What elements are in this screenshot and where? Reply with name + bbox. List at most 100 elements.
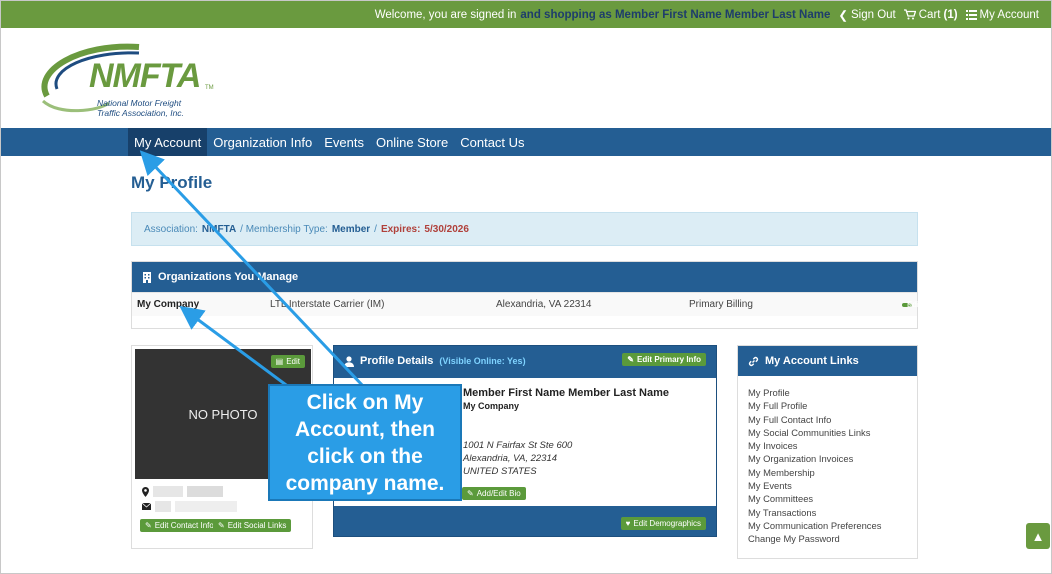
instruction-callout: Click on My Account, then click on the c… [268,384,462,501]
address-line [142,486,223,497]
expires-label: Expires: [380,223,421,235]
expires-value: 5/30/2026 [424,223,469,235]
image-icon: ▤ [275,357,284,366]
pencil-icon: ✎ [218,521,225,530]
logo-tagline: National Motor Freight Traffic Associati… [97,98,184,118]
association-value: NMFTA [201,223,237,235]
heart-icon: ♥ [625,519,631,528]
link-my-transactions[interactable]: My Transactions [748,506,917,519]
cart-link[interactable]: Cart (1) [903,8,958,21]
logo-tagline-line-2: Traffic Association, Inc. [97,108,184,118]
address-line-2: Alexandria, VA, 22314 [463,453,558,464]
add-edit-bio-label: Add/Edit Bio [476,489,521,498]
user-icon [344,355,354,367]
membership-type-value: Member [331,223,371,235]
link-my-organization-invoices[interactable]: My Organization Invoices [748,452,917,465]
membership-info: Association: NMFTA / Membership Type: Me… [131,212,918,246]
logo-tagline-line-1: National Motor Freight [97,98,182,108]
pencil-icon: ✎ [627,355,634,364]
top-bar: Welcome, you are signed in and shopping … [1,1,1051,28]
link-my-profile[interactable]: My Profile [748,386,917,399]
my-account-label: My Account [979,8,1039,21]
membership-type-label: / Membership Type: [240,223,328,235]
logo-tm: TM [205,85,214,91]
link-my-invoices[interactable]: My Invoices [748,439,917,452]
sign-out-label: Sign Out [851,8,896,21]
member-company: My Company [463,401,520,411]
main-nav: My Account Organization Info Events Onli… [1,128,1051,156]
org-location: Alexandria, VA 22314 [496,299,592,310]
edit-demographics-button[interactable]: ♥ Edit Demographics [620,517,706,530]
nmfta-logo[interactable]: NMFTA TM National Motor Freight Traffic … [39,41,219,121]
edit-primary-info-button[interactable]: ✎ Edit Primary Info [622,353,706,366]
visible-close-paren: ) [522,356,526,366]
account-links-title: My Account Links [765,355,859,367]
edit-demographics-label: Edit Demographics [633,519,701,528]
association-label: Association: [144,223,198,235]
scroll-to-top-button[interactable]: ▲ [1026,523,1050,549]
instruction-text: Click on My Account, then click on the c… [285,390,445,495]
email-line [142,501,237,512]
nav-online-store[interactable]: Online Store [370,128,454,156]
redacted-email [155,501,171,512]
profile-details-header: Profile Details (Visible Online: Yes) ✎ … [334,346,716,376]
visible-online-text: Visible Online: Yes [442,356,523,366]
photo-edit-label: Edit [286,357,300,366]
pencil-icon: ✎ [145,521,152,530]
org-company-link[interactable]: My Company [137,299,199,310]
link-change-my-password[interactable]: Change My Password [748,532,917,545]
address-line-1: 1001 N Fairfax St Ste 600 [463,440,573,451]
organizations-title: Organizations You Manage [158,271,299,283]
map-marker-icon [142,486,149,497]
nav-organization-info[interactable]: Organization Info [207,128,318,156]
link-my-committees[interactable]: My Committees [748,492,917,505]
org-edit-button[interactable]: ✎ Edit [902,300,921,309]
cart-icon [903,9,916,20]
organizations-header: Organizations You Manage [132,262,917,292]
cart-count: (1) [943,8,958,21]
account-links-list: My Profile My Full Profile My Full Conta… [738,376,917,546]
edit-contact-info-button[interactable]: ✎ Edit Contact Info [140,519,219,532]
link-my-communication-preferences[interactable]: My Communication Preferences [748,519,917,532]
pencil-icon: ✎ [467,489,474,498]
nav-events[interactable]: Events [318,128,370,156]
org-carrier-type: LTL Interstate Carrier (IM) [270,299,385,310]
member-name: Member First Name Member Last Name [463,387,670,399]
chevron-left-icon: ❮ [838,9,848,22]
org-billing: Primary Billing [689,299,753,310]
envelope-icon [142,503,151,510]
nav-contact-us[interactable]: Contact Us [454,128,530,156]
edit-social-links-label: Edit Social Links [227,521,287,530]
building-icon [143,271,151,283]
my-account-link[interactable]: My Account [965,8,1039,21]
redacted-address [153,486,183,497]
list-icon [965,9,977,20]
edit-social-links-button[interactable]: ✎ Edit Social Links [213,519,292,532]
photo-edit-button[interactable]: ▤ Edit [270,355,305,368]
nav-my-account[interactable]: My Account [128,128,208,156]
add-edit-bio-button[interactable]: ✎ Add/Edit Bio [462,487,526,500]
shopping-as-text: and shopping as Member First Name Member… [520,8,831,21]
no-photo-text: NO PHOTO [188,406,258,422]
link-my-full-profile[interactable]: My Full Profile [748,399,917,412]
redacted-address-2 [187,486,223,497]
link-my-events[interactable]: My Events [748,479,917,492]
link-my-full-contact-info[interactable]: My Full Contact Info [748,413,917,426]
address-line-3: UNITED STATES [463,466,537,477]
organizations-panel: Organizations You Manage My Company LTL … [131,261,921,329]
page-title: My Profile [131,173,213,192]
link-my-membership[interactable]: My Membership [748,466,917,479]
edit-primary-info-label: Edit Primary Info [636,355,701,364]
table-row: My Company LTL Interstate Carrier (IM) A… [132,292,921,316]
welcome-text: Welcome, you are signed in [374,8,517,21]
account-links-panel: My Account Links My Profile My Full Prof… [737,345,918,559]
account-links-header: My Account Links [738,346,917,376]
logo-text: NMFTA [89,57,201,95]
profile-details-title: Profile Details [360,355,434,367]
link-icon [748,356,759,366]
cart-label: Cart [918,8,941,21]
redacted-email-2 [175,501,237,512]
edit-contact-info-label: Edit Contact Info [154,521,214,530]
link-my-social-communities-links[interactable]: My Social Communities Links [748,426,917,439]
sign-out-link[interactable]: ❮ Sign Out [838,8,895,22]
